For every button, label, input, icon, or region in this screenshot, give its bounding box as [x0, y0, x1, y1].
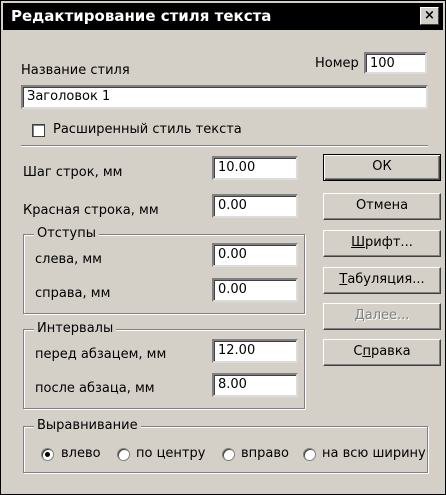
align-left-radio[interactable] [41, 448, 54, 461]
more-button[interactable]: Далее... [323, 303, 441, 330]
first-line-label: Красная строка, мм [23, 203, 159, 218]
tabulation-button[interactable]: Табуляция... [323, 267, 441, 294]
title-bar: Редактирование стиля текста × [3, 3, 443, 30]
close-icon: × [424, 8, 435, 23]
align-center-radio[interactable] [117, 448, 130, 461]
indent-right-label: справа, мм [35, 286, 111, 301]
help-hotkey: п [362, 344, 371, 359]
help-button-label: равка [370, 344, 411, 359]
interval-before-field[interactable]: 12.00 [212, 339, 298, 363]
align-justify-label: на всю ширину [322, 446, 426, 461]
interval-after-field[interactable]: 8.00 [212, 373, 298, 397]
ok-button[interactable]: ОК [323, 154, 441, 181]
extended-style-label: Расширенный стиль текста [53, 122, 242, 137]
interval-before-label: перед абзацем, мм [35, 347, 167, 362]
first-line-field[interactable]: 0.00 [212, 194, 298, 218]
align-right-label: вправо [241, 446, 289, 461]
font-button[interactable]: Шрифт... [323, 230, 441, 257]
align-right-radio[interactable] [222, 448, 235, 461]
alignment-group-title: Выравнивание [34, 418, 141, 433]
line-step-label: Шаг строк, мм [23, 165, 123, 180]
intervals-group-title: Интервалы [34, 321, 117, 336]
font-hotkey: Ш [351, 235, 366, 250]
dialog-window: Редактирование стиля текста × Название с… [0, 0, 446, 495]
align-center-label: по центру [136, 446, 206, 461]
number-field[interactable]: 100 [364, 52, 427, 74]
indent-right-field[interactable]: 0.00 [212, 278, 298, 302]
indent-left-label: слева, мм [35, 252, 102, 267]
cancel-button[interactable]: Отмена [323, 193, 441, 220]
line-step-field[interactable]: 10.00 [212, 156, 298, 180]
indent-left-field[interactable]: 0.00 [212, 243, 298, 267]
style-name-field[interactable]: Заголовок 1 [21, 85, 428, 109]
font-button-label: рифт... [365, 235, 413, 250]
indents-group-title: Отступы [34, 226, 99, 241]
window-title: Редактирование стиля текста [11, 7, 272, 25]
close-button[interactable]: × [420, 7, 439, 25]
style-name-label: Название стиля [21, 63, 130, 78]
extended-style-checkbox[interactable] [32, 124, 45, 137]
help-button[interactable]: Справка [323, 339, 441, 366]
interval-after-label: после абзаца, мм [35, 381, 155, 396]
align-justify-radio[interactable] [303, 448, 316, 461]
tabulation-button-label: абуляция... [347, 272, 425, 287]
separator [21, 145, 428, 147]
number-label: Номер [315, 56, 359, 71]
radio-selected-dot [45, 452, 50, 457]
align-left-label: влево [61, 446, 101, 461]
